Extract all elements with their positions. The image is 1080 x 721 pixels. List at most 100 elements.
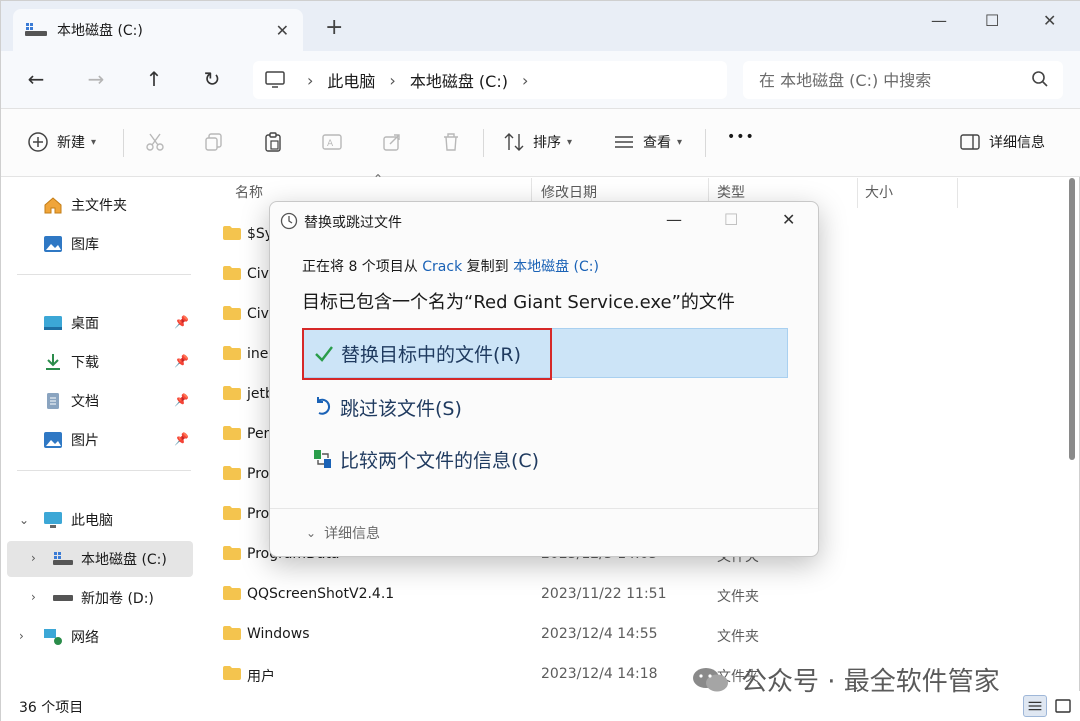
table-row[interactable]: QQScreenShotV2.4.1 2023/11/22 11:51 文件夹 <box>219 578 1059 614</box>
pin-icon[interactable]: 📌 <box>174 432 189 446</box>
divider <box>483 129 484 157</box>
column-divider[interactable] <box>957 178 958 208</box>
replace-files-option[interactable]: 替换目标中的文件(R) <box>302 328 788 378</box>
source-folder-link[interactable]: Crack <box>422 259 462 275</box>
pin-icon[interactable]: 📌 <box>174 315 189 329</box>
dialog-close-button[interactable]: ✕ <box>782 210 795 229</box>
compare-files-option[interactable]: 比较两个文件的信息(C) <box>302 434 788 484</box>
delete-icon[interactable] <box>440 131 462 153</box>
svg-text:A: A <box>327 139 334 149</box>
address-bar[interactable]: › 此电脑 › 本地磁盘 (C:) › <box>253 61 727 99</box>
breadcrumb-local-disk[interactable]: 本地磁盘 (C:) <box>410 68 508 92</box>
compare-icon <box>314 450 331 468</box>
computer-icon <box>44 512 62 528</box>
sidebar-item-local-disk[interactable]: › 本地磁盘 (C:) <box>7 541 193 577</box>
sort-icon <box>504 133 524 151</box>
sidebar-item-this-pc[interactable]: 此电脑 <box>1 502 197 538</box>
close-window-button[interactable]: ✕ <box>1043 11 1056 30</box>
minimize-button[interactable]: — <box>931 11 947 30</box>
divider <box>17 274 191 275</box>
cut-icon[interactable] <box>144 131 166 153</box>
new-button[interactable]: 新建 ▾ <box>27 131 96 153</box>
pin-icon[interactable]: 📌 <box>174 393 189 407</box>
folder-icon <box>223 586 241 600</box>
breadcrumb-this-pc[interactable]: 此电脑 <box>327 68 375 92</box>
new-tab-button[interactable]: + <box>325 17 343 39</box>
sidebar-item-label: 此电脑 <box>71 513 113 529</box>
drive-icon <box>25 23 47 36</box>
sidebar-item-home[interactable]: 主文件夹 <box>1 187 197 223</box>
sidebar-item-downloads[interactable]: 下载 📌 <box>1 344 197 380</box>
destination-folder-link[interactable]: 本地磁盘 (C:) <box>513 259 599 275</box>
chevron-right-icon[interactable]: › <box>31 551 36 565</box>
folder-icon <box>223 546 241 560</box>
dialog-minimize-button[interactable]: — <box>666 210 682 229</box>
search-box <box>743 61 1063 99</box>
search-icon[interactable] <box>1031 70 1049 88</box>
paste-icon[interactable] <box>262 131 284 153</box>
details-view-icon[interactable] <box>1023 695 1047 717</box>
rename-icon[interactable]: A <box>321 131 343 153</box>
maximize-button[interactable]: ☐ <box>985 11 999 30</box>
tab-local-disk[interactable]: 本地磁盘 (C:) ✕ <box>13 9 303 51</box>
replace-option-label: 替换目标中的文件(R) <box>341 343 522 366</box>
vertical-scrollbar[interactable] <box>1069 178 1075 460</box>
sidebar-item-new-volume[interactable]: › 新加卷 (D:) <box>1 580 197 616</box>
forward-button[interactable]: → <box>83 67 109 91</box>
file-date: 2023/12/4 14:18 <box>541 666 658 682</box>
back-button[interactable]: ← <box>23 67 49 91</box>
column-header-size[interactable]: 大小 <box>865 182 893 202</box>
sidebar-item-label: 下载 <box>71 355 99 371</box>
file-name: Per <box>247 426 270 442</box>
sidebar-item-network[interactable]: › 网络 <box>1 619 197 655</box>
divider <box>123 129 124 157</box>
sidebar-item-label: 网络 <box>71 630 99 646</box>
details-pane-button[interactable]: 详细信息 <box>959 131 1045 153</box>
conflict-heading: 目标已包含一个名为“Red Giant Service.exe”的文件 <box>302 292 735 313</box>
divider <box>17 470 191 471</box>
folder-icon <box>223 346 241 360</box>
drive-icon <box>53 595 73 601</box>
sidebar-item-documents[interactable]: 文档 📌 <box>1 383 197 419</box>
chevron-down-icon: ▾ <box>677 136 683 148</box>
sidebar-item-gallery[interactable]: 图库 <box>1 226 197 262</box>
pin-icon[interactable]: 📌 <box>174 354 189 368</box>
column-divider[interactable] <box>857 178 858 208</box>
skip-undo-icon <box>317 397 331 415</box>
chevron-down-icon: ▾ <box>91 136 97 148</box>
folder-icon <box>223 306 241 320</box>
chevron-right-icon[interactable]: › <box>19 629 24 643</box>
search-input[interactable] <box>759 70 1029 90</box>
item-count: 36 个项目 <box>19 700 84 716</box>
file-type: 文件夹 <box>717 629 759 645</box>
column-header-type[interactable]: 类型 <box>717 182 745 202</box>
more-details-toggle[interactable]: ⌄ 详细信息 <box>306 523 380 543</box>
up-button[interactable]: ↑ <box>141 67 167 91</box>
more-options-button[interactable]: ••• <box>727 129 755 145</box>
plus-circle-icon <box>28 132 48 152</box>
file-date: 2023/12/4 14:55 <box>541 626 658 642</box>
column-header-name[interactable]: 名称 <box>235 182 263 202</box>
file-name: Civ <box>247 266 269 282</box>
skip-files-option[interactable]: 跳过该文件(S) <box>302 382 788 432</box>
download-icon <box>46 354 60 370</box>
sort-button[interactable]: 排序 ▾ <box>503 131 572 153</box>
dialog-maximize-button[interactable]: ☐ <box>724 210 738 229</box>
tab-close-icon[interactable]: ✕ <box>276 21 289 40</box>
table-row[interactable]: Windows 2023/12/4 14:55 文件夹 <box>219 618 1059 654</box>
share-icon[interactable] <box>381 131 403 153</box>
breadcrumb-separator[interactable]: › <box>522 71 528 90</box>
gallery-icon <box>44 236 62 252</box>
copy-icon[interactable] <box>203 131 225 153</box>
tiles-view-icon[interactable] <box>1051 695 1075 717</box>
folder-icon <box>223 506 241 520</box>
file-name: Windows <box>247 626 310 642</box>
refresh-button[interactable]: ↻ <box>199 67 225 91</box>
chevron-right-icon[interactable]: › <box>31 590 36 604</box>
file-name: ine <box>247 346 269 362</box>
sidebar-item-desktop[interactable]: 桌面 📌 <box>1 305 197 341</box>
view-button[interactable]: 查看 ▾ <box>613 131 682 153</box>
column-header-date[interactable]: 修改日期 <box>541 182 597 202</box>
sidebar-item-pictures[interactable]: 图片 📌 <box>1 422 197 458</box>
network-icon <box>44 629 62 645</box>
